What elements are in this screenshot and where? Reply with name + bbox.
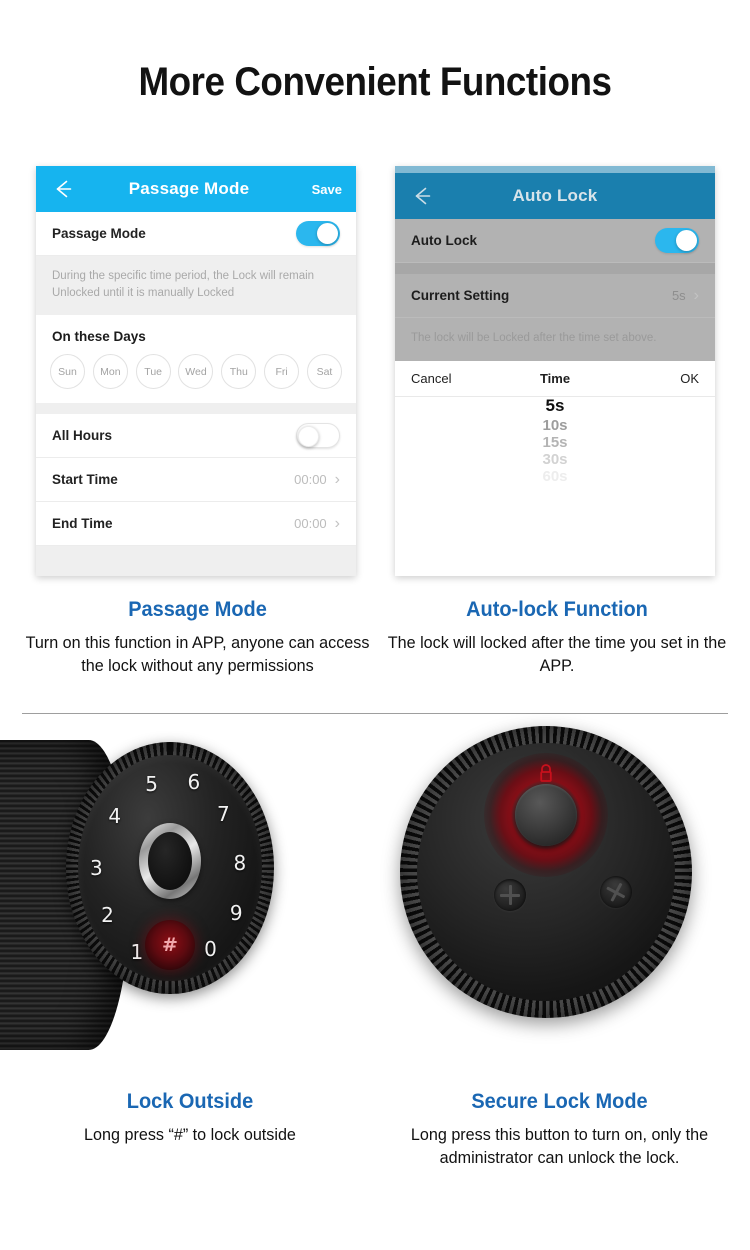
- caption-secure-lock: Secure Lock Mode Long press this button …: [372, 1090, 747, 1170]
- day-chip-tue[interactable]: Tue: [135, 354, 171, 390]
- picker-option[interactable]: 10s: [542, 417, 567, 434]
- passage-mode-toggle[interactable]: [296, 221, 340, 246]
- auto-lock-row-label: Auto Lock: [411, 233, 477, 248]
- chevron-right-icon: ›: [334, 514, 340, 532]
- day-chip-sat[interactable]: Sat: [306, 354, 342, 390]
- caption-secure-lock-heading: Secure Lock Mode: [471, 1090, 648, 1113]
- screw-right-icon: [594, 870, 638, 914]
- day-chip-sun[interactable]: Sun: [50, 354, 85, 390]
- auto-lock-header: Auto Lock: [395, 173, 715, 219]
- caption-passage-mode: Passage Mode Turn on this function in AP…: [10, 598, 385, 678]
- passage-mode-row-label: Passage Mode: [52, 226, 146, 241]
- current-setting-label: Current Setting: [411, 288, 510, 303]
- day-chip-mon[interactable]: Mon: [92, 354, 128, 390]
- bottom-filler: [36, 546, 356, 576]
- caption-lock-outside: Lock Outside Long press “#” to lock outs…: [10, 1090, 370, 1147]
- section-divider: [22, 713, 728, 714]
- picker-ok-button[interactable]: OK: [629, 371, 699, 386]
- keypad-digit-6[interactable]: 6: [188, 770, 201, 794]
- caption-autolock-heading: Auto-lock Function: [466, 598, 648, 621]
- lock-dial-face: 1 2 3 4 5 6 7 8 9 0 #: [78, 755, 262, 981]
- hash-key-button[interactable]: #: [145, 919, 195, 970]
- current-setting-value: 5s: [671, 288, 686, 303]
- caption-secure-lock-body: Long press this button to turn on, only …: [410, 1125, 709, 1167]
- toggle-knob: [317, 223, 338, 244]
- picker-option-selected[interactable]: 5s: [546, 397, 565, 417]
- keypad-digit-1[interactable]: 1: [131, 940, 144, 964]
- picker-toolbar: Cancel Time OK: [395, 361, 715, 397]
- caption-passage-body: Turn on this function in APP, anyone can…: [25, 633, 370, 675]
- time-picker-sheet: Cancel Time OK 5s 10s 15s 30s 60s: [395, 360, 715, 487]
- caption-lock-outside-body: Long press “#” to lock outside: [84, 1125, 296, 1144]
- day-chip-fri[interactable]: Fri: [264, 354, 300, 390]
- keypad-digit-3[interactable]: 3: [90, 856, 103, 880]
- passage-header: Passage Mode Save: [36, 166, 356, 212]
- section-gap: [36, 403, 356, 415]
- all-hours-toggle[interactable]: [296, 423, 340, 449]
- keypad-digit-8[interactable]: 8: [234, 851, 247, 875]
- chevron-right-icon: ›: [693, 286, 699, 304]
- picker-title: Time: [539, 370, 571, 386]
- product-photos-row: 1 2 3 4 5 6 7 8 9 0 #: [0, 720, 750, 1080]
- secure-lock-button[interactable]: [515, 784, 577, 847]
- day-chip-wed[interactable]: Wed: [178, 354, 214, 390]
- keypad-digit-4[interactable]: 4: [108, 804, 121, 828]
- fingerprint-sensor-ring[interactable]: [139, 823, 201, 900]
- all-hours-row[interactable]: All Hours: [36, 414, 356, 459]
- start-time-label: Start Time: [52, 472, 118, 488]
- secure-lock-outer-ring: [400, 726, 692, 1018]
- keypad-digit-0[interactable]: 0: [204, 937, 217, 961]
- auto-lock-toggle[interactable]: [655, 228, 699, 253]
- phone-mockups-row: Passage Mode Save Passage Mode During th…: [0, 0, 750, 590]
- dimming-overlay: Auto Lock Current Setting 5s › The lock …: [395, 219, 715, 361]
- lock-dial-outer-ring: 1 2 3 4 5 6 7 8 9 0 #: [66, 742, 274, 994]
- auto-lock-screen: Auto Lock Auto Lock Current Setting 5s ›…: [395, 166, 715, 576]
- keypad-digit-7[interactable]: 7: [217, 802, 230, 826]
- passage-title: Passage Mode: [128, 179, 250, 198]
- section-gap: [395, 263, 715, 274]
- day-chip-thu[interactable]: Thu: [221, 354, 257, 390]
- keypad-digit-5[interactable]: 5: [145, 772, 158, 796]
- padlock-icon: [536, 762, 556, 786]
- all-hours-label: All Hours: [52, 428, 113, 444]
- secure-lock-photo: [400, 726, 700, 1026]
- caption-autolock-body: The lock will locked after the time you …: [387, 633, 727, 675]
- auto-lock-toggle-row[interactable]: Auto Lock: [395, 219, 715, 263]
- status-bar: [395, 166, 715, 173]
- on-these-days-title: On these Days: [36, 315, 356, 353]
- toggle-knob: [298, 426, 319, 448]
- start-time-value: 00:00: [294, 472, 327, 488]
- picker-option[interactable]: 60s: [542, 468, 567, 485]
- keypad-lock-photo: 1 2 3 4 5 6 7 8 9 0 #: [0, 720, 320, 1075]
- secure-lock-face: [417, 743, 675, 1001]
- back-arrow-icon[interactable]: [50, 176, 76, 202]
- chevron-right-icon: ›: [334, 470, 340, 488]
- save-button[interactable]: Save: [302, 182, 342, 197]
- caption-auto-lock: Auto-lock Function The lock will locked …: [372, 598, 742, 678]
- end-time-row[interactable]: End Time 00:00 ›: [36, 502, 356, 547]
- passage-note: During the specific time period, the Loc…: [36, 256, 356, 316]
- caption-passage-heading: Passage Mode: [128, 598, 267, 621]
- picker-cancel-button[interactable]: Cancel: [411, 371, 481, 386]
- keypad-digit-9[interactable]: 9: [230, 901, 243, 925]
- caption-lock-outside-heading: Lock Outside: [126, 1090, 254, 1113]
- picker-option[interactable]: 15s: [542, 434, 567, 451]
- time-picker-wheel[interactable]: 5s 10s 15s 30s 60s: [395, 397, 715, 487]
- passage-mode-toggle-row[interactable]: Passage Mode: [36, 212, 356, 256]
- auto-lock-title: Auto Lock: [512, 186, 598, 205]
- keypad-digit-2[interactable]: 2: [101, 903, 114, 927]
- end-time-label: End Time: [52, 516, 113, 532]
- start-time-row[interactable]: Start Time 00:00 ›: [36, 458, 356, 503]
- days-selector: Sun Mon Tue Wed Thu Fri Sat: [36, 352, 356, 404]
- back-arrow-icon[interactable]: [409, 183, 435, 209]
- toggle-knob: [676, 230, 697, 251]
- auto-lock-note: The lock will be Locked after the time s…: [411, 332, 657, 344]
- screw-left-icon: [494, 879, 526, 911]
- passage-mode-screen: Passage Mode Save Passage Mode During th…: [36, 166, 356, 576]
- current-setting-row[interactable]: Current Setting 5s ›: [395, 274, 715, 318]
- picker-option[interactable]: 30s: [542, 451, 567, 468]
- hash-key-label: #: [162, 933, 178, 956]
- end-time-value: 00:00: [294, 516, 327, 532]
